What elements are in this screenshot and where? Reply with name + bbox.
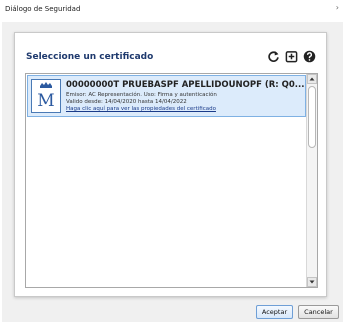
scroll-down-button[interactable]	[307, 277, 317, 287]
certificate-panel: Seleccione un certificado M 00000000T PR…	[14, 32, 327, 297]
accept-button[interactable]: Aceptar	[256, 305, 293, 319]
scroll-up-button[interactable]	[307, 74, 317, 84]
certificate-properties-link[interactable]: Haga clic aquí para ver las propiedades …	[66, 106, 216, 112]
window-title: Diálogo de Seguridad	[5, 5, 81, 13]
certificate-issuer: Emisor: AC Representación. Uso: Firma y …	[66, 92, 217, 98]
certificate-name: 00000000T PRUEBASPF APELLIDOUNOPF (R: Q0…	[66, 80, 305, 90]
certificate-validity: Valido desde: 14/04/2020 hasta 14/04/202…	[66, 99, 187, 105]
svg-text:M: M	[37, 91, 54, 111]
certificate-list[interactable]: M 00000000T PRUEBASPF APELLIDOUNOPF (R: …	[25, 73, 318, 288]
security-dialog: Diálogo de Seguridad › Seleccione un cer…	[0, 0, 345, 322]
close-icon[interactable]: ›	[336, 4, 339, 12]
arrow-up-icon	[309, 77, 315, 81]
list-scrollbar[interactable]	[306, 74, 317, 287]
cancel-button[interactable]: Cancelar	[298, 305, 339, 319]
arrow-down-icon	[309, 280, 315, 284]
certificate-item[interactable]: M 00000000T PRUEBASPF APELLIDOUNOPF (R: …	[27, 75, 306, 117]
import-icon[interactable]	[285, 50, 298, 63]
dialog-body: Seleccione un certificado M 00000000T PR…	[2, 22, 343, 322]
help-icon[interactable]	[303, 50, 316, 63]
scroll-thumb[interactable]	[308, 86, 316, 148]
fnmt-logo-icon: M	[31, 79, 61, 113]
panel-toolbar	[267, 50, 316, 63]
panel-title: Seleccione un certificado	[26, 52, 154, 62]
refresh-icon[interactable]	[267, 50, 280, 63]
title-bar[interactable]: Diálogo de Seguridad ›	[0, 0, 345, 20]
